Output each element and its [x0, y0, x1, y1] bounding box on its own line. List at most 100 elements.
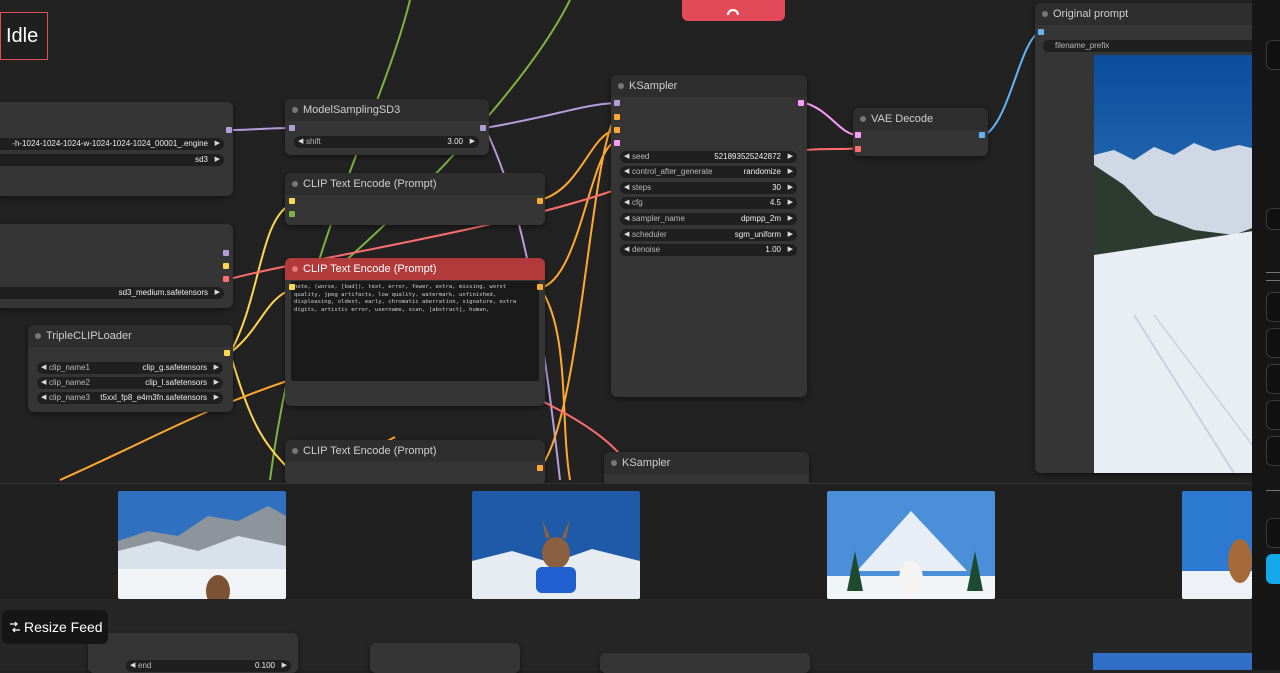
port-out-1[interactable] — [223, 250, 229, 256]
port-positive-in[interactable] — [614, 114, 620, 120]
sidebar-button[interactable] — [1266, 40, 1280, 70]
port-model-in[interactable] — [614, 100, 620, 106]
arrow-right-icon[interactable]: ▶ — [788, 213, 793, 225]
widget-end[interactable]: ◀ end 0.100 ▶ — [126, 660, 291, 672]
node-engine-loader[interactable]: -h-1024-1024-1024-w-1024-1024-1024_00001… — [0, 102, 233, 196]
sidebar-button[interactable] — [1266, 328, 1280, 358]
port-model-in[interactable] — [289, 125, 295, 131]
node-triple-clip-loader[interactable]: TripleCLIPLoader ◀ clip_name1 clip_g.saf… — [28, 325, 233, 412]
node-original-prompt[interactable]: Original prompt filename_prefix — [1035, 3, 1260, 473]
arrow-left-icon[interactable]: ◀ — [624, 197, 629, 209]
resize-feed-button[interactable]: Resize Feed — [2, 610, 108, 644]
prompt-textarea[interactable]: note, (worse, [bad]), text, error, fewer… — [291, 281, 539, 381]
port-clip-in[interactable] — [289, 198, 295, 204]
arrow-left-icon[interactable]: ◀ — [41, 392, 46, 404]
arrow-left-icon[interactable]: ◀ — [624, 182, 629, 194]
widget-steps[interactable]: ◀ steps 30 ▶ — [620, 182, 797, 194]
feed-image-1[interactable] — [118, 491, 286, 599]
widget-ckpt-name[interactable]: sd3_medium.safetensors ▶ — [0, 287, 224, 299]
arrow-left-icon[interactable]: ◀ — [130, 660, 135, 672]
port-text-in[interactable] — [289, 211, 295, 217]
widget-label: clip_name1 — [49, 363, 90, 372]
port-vae-in[interactable] — [855, 146, 861, 152]
port-clip-in[interactable] — [289, 284, 295, 290]
port-latent-out[interactable] — [798, 100, 804, 106]
arrow-right-icon[interactable]: ▶ — [788, 182, 793, 194]
arrow-left-icon[interactable]: ◀ — [624, 244, 629, 256]
canvas-bottom-area: ◀ end 0.100 ▶ — [0, 598, 1252, 673]
node-clip-text-encode-positive[interactable]: CLIP Text Encode (Prompt) — [285, 173, 545, 225]
arrow-right-icon[interactable]: ▶ — [788, 151, 793, 163]
widget-engine-name[interactable]: -h-1024-1024-1024-w-1024-1024-1024_00001… — [0, 138, 224, 150]
port-cond-out[interactable] — [537, 198, 543, 204]
arrow-left-icon[interactable]: ◀ — [624, 229, 629, 241]
arrow-right-icon[interactable]: ▶ — [788, 197, 793, 209]
node-ksampler[interactable]: KSampler ◀ seed 521893525242872 ▶ ◀ cont… — [611, 75, 807, 397]
feed-image-3[interactable] — [827, 491, 995, 599]
port-samples-in[interactable] — [855, 132, 861, 138]
resize-feed-label: Resize Feed — [24, 619, 103, 635]
sidebar-button[interactable] — [1266, 364, 1280, 394]
queue-prompt-button[interactable] — [1266, 554, 1280, 584]
image-feed[interactable] — [0, 483, 1252, 599]
output-image-preview[interactable] — [1094, 55, 1260, 473]
widget-scheduler[interactable]: ◀ scheduler sgm_uniform ▶ — [620, 229, 797, 241]
widget-value: 521893525242872 — [714, 152, 781, 161]
widget-filename-prefix[interactable]: filename_prefix — [1043, 40, 1258, 52]
arrow-right-icon[interactable]: ▶ — [788, 166, 793, 178]
arrow-left-icon[interactable]: ◀ — [41, 362, 46, 374]
arrow-right-icon[interactable]: ▶ — [470, 136, 475, 148]
feed-image-2[interactable] — [472, 491, 640, 599]
arrow-right-icon[interactable]: ▶ — [215, 138, 220, 150]
port-image-out[interactable] — [979, 132, 985, 138]
port-cond-out[interactable] — [537, 465, 543, 471]
sidebar-button[interactable] — [1266, 436, 1280, 466]
sidebar-button[interactable] — [1266, 292, 1280, 322]
widget-sampler-name[interactable]: ◀ sampler_name dpmpp_2m ▶ — [620, 213, 797, 225]
port-clip-out[interactable] — [224, 350, 230, 356]
port-images-in[interactable] — [1038, 29, 1044, 35]
widget-seed[interactable]: ◀ seed 521893525242872 ▶ — [620, 151, 797, 163]
sidebar-button[interactable] — [1266, 518, 1280, 548]
arrow-right-icon[interactable]: ▶ — [788, 229, 793, 241]
port-out-2[interactable] — [223, 263, 229, 269]
node-clip-text-encode-3[interactable]: CLIP Text Encode (Prompt) — [285, 440, 545, 485]
node-title: KSampler — [604, 452, 809, 474]
sidebar-button[interactable] — [1266, 400, 1280, 430]
arrow-left-icon[interactable]: ◀ — [624, 213, 629, 225]
port-latent-in[interactable] — [614, 140, 620, 146]
node-checkpoint-loader[interactable]: sd3_medium.safetensors ▶ — [0, 224, 233, 308]
arrow-left-icon[interactable]: ◀ — [624, 166, 629, 178]
widget-shift[interactable]: ◀ shift 3.00 ▶ — [294, 136, 479, 148]
widget-clip-name2[interactable]: ◀ clip_name2 clip_l.safetensors ▶ — [37, 377, 223, 389]
port-cond-out[interactable] — [537, 284, 543, 290]
widget-denoise[interactable]: ◀ denoise 1.00 ▶ — [620, 244, 797, 256]
port-model-out[interactable] — [480, 125, 486, 131]
node-vae-decode[interactable]: VAE Decode — [853, 108, 988, 156]
port-out-3[interactable] — [223, 276, 229, 282]
widget-clip-name1[interactable]: ◀ clip_name1 clip_g.safetensors ▶ — [37, 362, 223, 374]
arrow-right-icon[interactable]: ▶ — [215, 154, 220, 166]
arrow-right-icon[interactable]: ▶ — [214, 392, 219, 404]
widget-clip-name3[interactable]: ◀ clip_name3 t5xxl_fp8_e4m3fn.safetensor… — [37, 392, 223, 404]
widget-label: clip_name2 — [49, 378, 90, 387]
arrow-left-icon[interactable]: ◀ — [298, 136, 303, 148]
feed-image-4[interactable] — [1182, 491, 1252, 599]
widget-cfg[interactable]: ◀ cfg 4.5 ▶ — [620, 197, 797, 209]
node-model-sampling-sd3[interactable]: ModelSamplingSD3 ◀ shift 3.00 ▶ — [285, 99, 489, 155]
port-model-out[interactable] — [226, 127, 232, 133]
arrow-right-icon[interactable]: ▶ — [214, 377, 219, 389]
widget-model-type[interactable]: sd3 ▶ — [0, 154, 224, 166]
arrow-left-icon[interactable]: ◀ — [41, 377, 46, 389]
arrow-right-icon[interactable]: ▶ — [788, 244, 793, 256]
node-bottom-partial[interactable]: ◀ end 0.100 ▶ — [88, 633, 298, 673]
port-negative-in[interactable] — [614, 127, 620, 133]
arrow-right-icon[interactable]: ▶ — [214, 362, 219, 374]
arrow-left-icon[interactable]: ◀ — [624, 151, 629, 163]
widget-control-after-generate[interactable]: ◀ control_after_generate randomize ▶ — [620, 166, 797, 178]
queue-tab[interactable] — [682, 0, 785, 21]
sidebar-button[interactable] — [1266, 208, 1280, 230]
arrow-right-icon[interactable]: ▶ — [282, 660, 287, 672]
node-clip-text-encode-negative[interactable]: CLIP Text Encode (Prompt) note, (worse, … — [285, 258, 545, 406]
arrow-right-icon[interactable]: ▶ — [215, 287, 220, 299]
